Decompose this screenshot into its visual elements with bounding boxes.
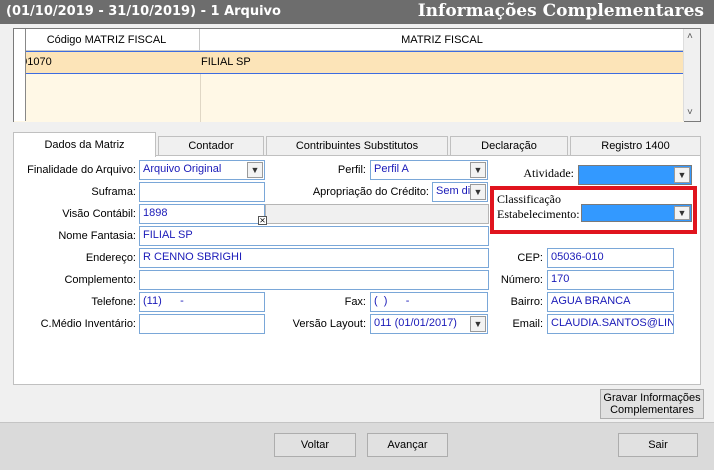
chevron-down-icon[interactable]: ▼: [674, 206, 690, 220]
sair-button[interactable]: Sair: [618, 433, 698, 457]
visao-contabil-input[interactable]: 1898: [139, 204, 265, 224]
perfil-label: Perfil:: [337, 164, 366, 176]
table-row[interactable]: 001070 FILIAL SP: [14, 51, 684, 74]
cell-matriz: FILIAL SP: [201, 56, 251, 68]
gravar-informacoes-button[interactable]: Gravar Informações Complementares: [600, 389, 704, 419]
fax-label: Fax:: [344, 296, 366, 308]
tab-strip: Dados da Matriz Contador Contribuintes S…: [13, 132, 701, 157]
atividade-select[interactable]: ▼: [578, 165, 692, 185]
tab-contador[interactable]: Contador: [158, 136, 264, 156]
column-header-matriz[interactable]: MATRIZ FISCAL: [200, 29, 684, 51]
numero-label: Número:: [500, 274, 543, 286]
apropriacao-select[interactable]: Sem di ▼: [432, 182, 488, 202]
column-header-codigo[interactable]: Código MATRIZ FISCAL: [14, 29, 200, 51]
nome-fantasia-label: Nome Fantasia:: [58, 230, 136, 242]
fax-input[interactable]: ( ) -: [370, 292, 488, 312]
bairro-label: Bairro:: [510, 296, 543, 308]
cep-label: CEP:: [517, 252, 543, 264]
suframa-input[interactable]: [139, 182, 265, 202]
chevron-down-icon[interactable]: ▼: [470, 316, 486, 332]
suframa-label: Suframa:: [91, 186, 136, 198]
tab-registro-1400[interactable]: Registro 1400: [570, 136, 701, 156]
atividade-label: Atividade:: [523, 166, 574, 180]
window-title: Informações Complementares: [417, 1, 704, 21]
classificacao-select[interactable]: ▼: [581, 204, 692, 222]
tab-contribuintes-substitutos[interactable]: Contribuintes Substitutos: [266, 136, 448, 156]
apropriacao-label: Apropriação do Crédito:: [312, 186, 429, 198]
email-input[interactable]: CLAUDIA.SANTOS@LINX.: [547, 314, 674, 334]
visao-contabil-label: Visão Contábil:: [62, 208, 136, 220]
grid-vertical-scrollbar[interactable]: ˄ ˅: [683, 29, 700, 121]
tab-dados-matriz[interactable]: Dados da Matriz: [13, 132, 156, 157]
chevron-down-icon[interactable]: ▼: [470, 162, 486, 178]
voltar-button[interactable]: Voltar: [274, 433, 356, 457]
chevron-down-icon[interactable]: ▼: [247, 162, 263, 178]
apropriacao-value: Sem di: [436, 185, 471, 197]
grid-row-header: [14, 29, 26, 121]
classificacao-label-line2: Estabelecimento:: [497, 207, 580, 221]
endereco-label: Endereço:: [85, 252, 136, 264]
custo-medio-label: C.Médio Inventário:: [40, 318, 136, 330]
cep-input[interactable]: 05036-010: [547, 248, 674, 268]
complemento-input[interactable]: [139, 270, 489, 290]
chevron-down-icon[interactable]: ▼: [470, 184, 486, 200]
period-title: (01/10/2019 - 31/10/2019) - 1 Arquivo: [6, 4, 281, 19]
gravar-label-line1: Gravar Informações: [603, 392, 701, 404]
gravar-label-line2: Complementares: [610, 404, 694, 416]
custo-medio-input[interactable]: [139, 314, 265, 334]
bottom-button-bar: [0, 422, 714, 470]
title-bar: (01/10/2019 - 31/10/2019) - 1 Arquivo In…: [0, 0, 714, 24]
endereco-input[interactable]: R CENNO SBRIGHI: [139, 248, 489, 268]
finalidade-value: Arquivo Original: [143, 163, 222, 175]
numero-input[interactable]: 170: [547, 270, 674, 290]
grid-empty-area: [14, 74, 684, 122]
telefone-input[interactable]: (11) -: [139, 292, 265, 312]
perfil-value: Perfil A: [374, 163, 409, 175]
avancar-button[interactable]: Avançar: [367, 433, 448, 457]
visao-contabil-description: [265, 204, 489, 224]
chevron-down-icon[interactable]: ▼: [674, 167, 690, 183]
finalidade-select[interactable]: Arquivo Original ▼: [139, 160, 265, 180]
versao-layout-label: Versão Layout:: [292, 318, 366, 330]
email-label: Email:: [512, 318, 543, 330]
nome-fantasia-input[interactable]: FILIAL SP: [139, 226, 489, 246]
versao-layout-select[interactable]: 011 (01/01/2017) ▼: [370, 314, 488, 334]
classificacao-label-line1: Classificação: [497, 192, 561, 206]
scroll-down-icon[interactable]: ˅: [687, 107, 693, 118]
perfil-select[interactable]: Perfil A ▼: [370, 160, 488, 180]
bairro-input[interactable]: AGUA BRANCA: [547, 292, 674, 312]
complemento-label: Complemento:: [64, 274, 136, 286]
versao-layout-value: 011 (01/01/2017): [374, 317, 457, 329]
resize-handle-icon[interactable]: ⨯: [258, 216, 267, 225]
finalidade-label: Finalidade do Arquivo:: [27, 164, 136, 176]
matriz-grid[interactable]: Código MATRIZ FISCAL MATRIZ FISCAL 00107…: [13, 28, 701, 122]
scroll-up-icon[interactable]: ˄: [687, 31, 693, 42]
grid-column-divider: [200, 74, 201, 122]
tab-declaracao[interactable]: Declaração: [450, 136, 568, 156]
grid-header: Código MATRIZ FISCAL MATRIZ FISCAL: [14, 29, 684, 51]
telefone-label: Telefone:: [91, 296, 136, 308]
